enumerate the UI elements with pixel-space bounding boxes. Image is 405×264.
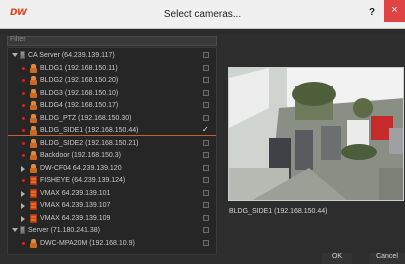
tree-item-label: VMAX 64.239.139.107: [40, 202, 111, 209]
tree-item-label: BLDG3 (192.168.150.10): [40, 89, 119, 97]
camera-icon: [30, 126, 37, 135]
status-dot-icon: [22, 141, 25, 145]
tree-item-checkbox[interactable]: [203, 189, 209, 196]
tree-item-label: Server (71.180.241.38): [28, 227, 100, 234]
tree-item-checkbox[interactable]: [203, 227, 209, 233]
tree-camera-row[interactable]: BLDG2 (192.168.150.20): [8, 75, 216, 86]
encoder-icon: [30, 188, 37, 198]
tree-item-label: FISHEYE (64.239.139.124): [40, 177, 126, 184]
camera-icon: [30, 238, 37, 248]
tree-item-label: BLDG_SIDE1 (192.168.150.44): [40, 127, 139, 134]
toolbar-strip: [0, 29, 405, 34]
preview-caption: BLDG_SIDE1 (192.168.150.44): [229, 208, 328, 215]
filter-placeholder: Filter: [10, 36, 26, 43]
expand-arrow-icon[interactable]: [21, 215, 25, 222]
camera-icon: [30, 63, 37, 73]
tree-server-row[interactable]: Server (71.180.241.38): [8, 225, 216, 236]
tree-camera-row[interactable]: VMAX 64.239.139.101: [8, 188, 216, 199]
tree-item-label: CA Server (64.239.139.117): [28, 52, 115, 59]
tree-camera-row[interactable]: DWC-MPA20M (192.168.10.9): [8, 238, 216, 249]
tree-item-label: BLDG_PTZ (192.168.150.30): [40, 114, 132, 122]
dialog-title: Select cameras...: [163, 9, 242, 20]
select-cameras-dialog: DW Select cameras... ? × Filter CA Serve…: [0, 0, 405, 264]
tree-item-checkbox[interactable]: [203, 89, 209, 96]
status-dot-icon: [22, 129, 25, 132]
tree-item-checkbox[interactable]: [203, 77, 209, 83]
expand-arrow-icon[interactable]: [12, 53, 18, 57]
camera-icon: [30, 138, 37, 148]
status-dot-icon: [22, 116, 25, 120]
tree-camera-row[interactable]: BLDG_PTZ (192.168.150.30): [8, 113, 216, 124]
tree-camera-row[interactable]: FISHEYE (64.239.139.124): [8, 175, 216, 186]
status-dot-icon: [22, 154, 25, 157]
tree-item-checkbox[interactable]: [203, 164, 209, 171]
server-icon: [20, 226, 25, 234]
status-dot-icon: [22, 241, 25, 245]
tree-item-label: DWC-MPA20M (192.168.10.9): [40, 239, 135, 247]
tree-item-checkbox[interactable]: [203, 214, 209, 221]
expand-arrow-icon[interactable]: [12, 228, 18, 232]
tree-item-label: DW-CF04 64.239.139.120: [40, 164, 122, 172]
tree-camera-row[interactable]: BLDG4 (192.168.150.17): [8, 100, 216, 111]
tree-item-label: BLDG2 (192.168.150.20): [40, 77, 119, 84]
tree-camera-row[interactable]: VMAX 64.239.139.109: [8, 213, 216, 224]
camera-icon: [30, 163, 37, 173]
expand-arrow-icon[interactable]: [21, 203, 25, 209]
tree-camera-row[interactable]: Backdoor (192.168.150.3): [8, 150, 216, 161]
ok-button[interactable]: OK: [322, 253, 352, 264]
tree-item-checkbox[interactable]: [203, 202, 209, 208]
tree-item-label: VMAX 64.239.139.109: [40, 214, 111, 222]
status-dot-icon: [22, 179, 25, 182]
tree-item-checkbox[interactable]: [203, 64, 209, 71]
camera-preview: [228, 67, 404, 201]
status-dot-icon: [22, 66, 25, 70]
tree-camera-row[interactable]: BLDG1 (192.168.150.11): [8, 63, 216, 74]
tree-item-label: Backdoor (192.168.150.3): [40, 152, 121, 159]
tree-item-label: VMAX 64.239.139.101: [40, 189, 111, 197]
tree-item-checkbox[interactable]: [203, 152, 209, 158]
tree-camera-row[interactable]: DW-CF04 64.239.139.120: [8, 163, 216, 174]
encoder-icon: [30, 213, 37, 223]
close-button[interactable]: ×: [384, 0, 405, 22]
tree-server-row[interactable]: CA Server (64.239.139.117): [8, 50, 216, 61]
encoder-icon: [30, 176, 37, 185]
camera-icon: [30, 76, 37, 85]
checkmark-icon: ✓: [202, 125, 209, 134]
preview-image: [229, 68, 403, 200]
tree-camera-row[interactable]: BLDG_SIDE2 (192.168.150.21): [8, 138, 216, 149]
camera-icon: [30, 88, 37, 98]
cancel-button[interactable]: Cancel: [369, 253, 405, 264]
camera-icon: [30, 113, 37, 123]
camera-icon: [30, 151, 37, 160]
tree-item-checkbox[interactable]: [203, 177, 209, 183]
tree-camera-row[interactable]: VMAX 64.239.139.107: [8, 200, 216, 211]
tree-item-checkbox[interactable]: [203, 102, 209, 108]
status-dot-icon: [22, 79, 25, 82]
encoder-icon: [30, 201, 37, 210]
tree-item-label: BLDG1 (192.168.150.11): [40, 64, 118, 72]
expand-arrow-icon[interactable]: [21, 165, 25, 172]
tree-item-checkbox[interactable]: [203, 239, 209, 246]
status-dot-icon: [22, 91, 25, 95]
tree-item-label: BLDG4 (192.168.150.17): [40, 102, 119, 109]
filter-input[interactable]: Filter: [7, 36, 217, 46]
tree-item-label: BLDG_SIDE2 (192.168.150.21): [40, 139, 139, 147]
expand-arrow-icon[interactable]: [21, 190, 25, 197]
tree-camera-row[interactable]: BLDG_SIDE1 (192.168.150.44) ✓: [8, 125, 216, 136]
title-bar: DW Select cameras... ? ×: [0, 0, 405, 29]
camera-tree[interactable]: CA Server (64.239.139.117) BLDG1 (192.168…: [7, 47, 217, 255]
tree-item-checkbox[interactable]: [203, 139, 209, 146]
tree-camera-row[interactable]: BLDG3 (192.168.150.10): [8, 88, 216, 99]
help-button[interactable]: ?: [366, 7, 378, 21]
server-icon: [20, 51, 25, 59]
tree-item-checkbox[interactable]: [203, 114, 209, 121]
camera-icon: [30, 101, 37, 110]
tree-item-checkbox[interactable]: [203, 52, 209, 58]
status-dot-icon: [22, 104, 25, 107]
